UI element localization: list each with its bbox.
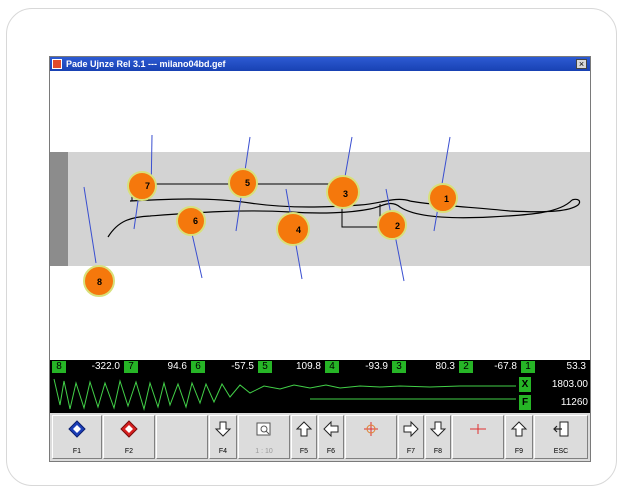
node-8-label: 8 (97, 277, 102, 287)
readout-id: 7 (124, 361, 138, 373)
f1-label: F1 (72, 448, 82, 455)
arrow-down-icon (214, 421, 232, 437)
f-label: F (519, 395, 531, 410)
f7-button[interactable]: F7 (398, 415, 424, 459)
node-1-label: 1 (444, 194, 449, 204)
readout-value: 53.3 (536, 361, 588, 373)
node-2-label: 2 (395, 221, 400, 231)
f4-label: F4 (218, 448, 228, 455)
f8-label: F8 (433, 448, 443, 455)
window-title: Pade Ujnze Rel 3.1 --- milano04bd.gef (66, 59, 226, 69)
readout-value: 80.3 (407, 361, 457, 373)
zoom-page-icon (256, 422, 271, 436)
arrow-up-icon (295, 421, 313, 437)
title-bar[interactable]: Pade Ujnze Rel 3.1 --- milano04bd.gef × (50, 57, 590, 71)
node-5[interactable]: 5 (228, 168, 258, 198)
readout-value: 94.6 (139, 361, 189, 373)
f1-button[interactable]: F1 (52, 415, 102, 459)
function-toolbar: F1 F2 F4 1 : 10 F5 F6 F7 F8 F9 ESC (50, 413, 590, 461)
signal-canvas[interactable]: 7 6 5 4 3 2 1 8 (50, 71, 590, 360)
f2-label: F2 (124, 448, 134, 455)
close-button[interactable]: × (576, 59, 587, 69)
cursor-info-panel: X 1803.00 F 11260 (517, 375, 590, 413)
readout-value: -93.9 (340, 361, 390, 373)
zoom-label: 1 : 10 (255, 448, 273, 455)
f9-button[interactable]: F9 (505, 415, 533, 459)
readout-value: -322.0 (67, 361, 122, 373)
esc-label: ESC (553, 448, 569, 455)
f6-button[interactable]: F6 (318, 415, 344, 459)
app-icon (52, 59, 62, 69)
readout-id: 1 (521, 361, 535, 373)
readout-id: 8 (52, 361, 66, 373)
f9-label: F9 (514, 448, 524, 455)
left-margin-strip (50, 152, 68, 266)
node-7-label: 7 (145, 181, 150, 191)
esc-button[interactable]: ESC (534, 415, 588, 459)
node-4[interactable]: 4 (276, 212, 310, 246)
node-3-label: 3 (343, 189, 348, 199)
f7-label: F7 (406, 448, 416, 455)
node-4-label: 4 (296, 225, 301, 235)
f-value: 11260 (533, 395, 588, 410)
node-7[interactable]: 7 (127, 171, 157, 201)
readout-id: 2 (459, 361, 473, 373)
exit-door-icon (553, 421, 569, 437)
node-5-label: 5 (245, 178, 250, 188)
readout-id: 6 (191, 361, 205, 373)
crosshair-icon (364, 422, 378, 436)
readout-id: 3 (392, 361, 406, 373)
diamond-blue-icon (68, 420, 86, 438)
readout-value: -67.8 (474, 361, 519, 373)
zoom-button[interactable]: 1 : 10 (238, 415, 290, 459)
crosshair-flat-icon (470, 424, 486, 434)
node-8[interactable]: 8 (83, 265, 115, 297)
readout-bar: 8 -322.0 7 94.6 6 -57.5 5 109.8 4 -93.9 … (50, 360, 590, 375)
waveform-trace (53, 378, 516, 411)
arrow-right-icon (403, 420, 419, 438)
node-1[interactable]: 1 (428, 183, 458, 213)
diamond-red-icon (120, 420, 138, 438)
crosshair-flat-button[interactable] (452, 415, 504, 459)
readout-value: 109.8 (273, 361, 323, 373)
f2-button[interactable]: F2 (103, 415, 155, 459)
readout-id: 5 (258, 361, 272, 373)
node-2[interactable]: 2 (377, 210, 407, 240)
arrow-down-icon (429, 421, 447, 437)
node-6[interactable]: 6 (176, 206, 206, 236)
crosshair-button[interactable] (345, 415, 397, 459)
canvas-drawing: 7 6 5 4 3 2 1 8 (50, 134, 590, 297)
f6-label: F6 (326, 448, 336, 455)
readout-id: 4 (325, 361, 339, 373)
waveform-plot (53, 378, 516, 411)
gray-band (50, 152, 590, 266)
app-window: Pade Ujnze Rel 3.1 --- milano04bd.gef × … (50, 57, 590, 461)
node-3[interactable]: 3 (326, 175, 360, 209)
f5-button[interactable]: F5 (291, 415, 317, 459)
readout-value: -57.5 (206, 361, 256, 373)
arrow-left-icon (323, 420, 339, 438)
f8-button[interactable]: F8 (425, 415, 451, 459)
x-value: 1803.00 (533, 377, 588, 392)
node-6-label: 6 (193, 216, 198, 226)
f4-button[interactable]: F4 (209, 415, 237, 459)
arrow-up-icon (510, 421, 528, 437)
blank-button[interactable] (156, 415, 208, 459)
f5-label: F5 (299, 448, 309, 455)
x-label: X (519, 377, 531, 392)
waveform-panel[interactable] (50, 375, 517, 413)
